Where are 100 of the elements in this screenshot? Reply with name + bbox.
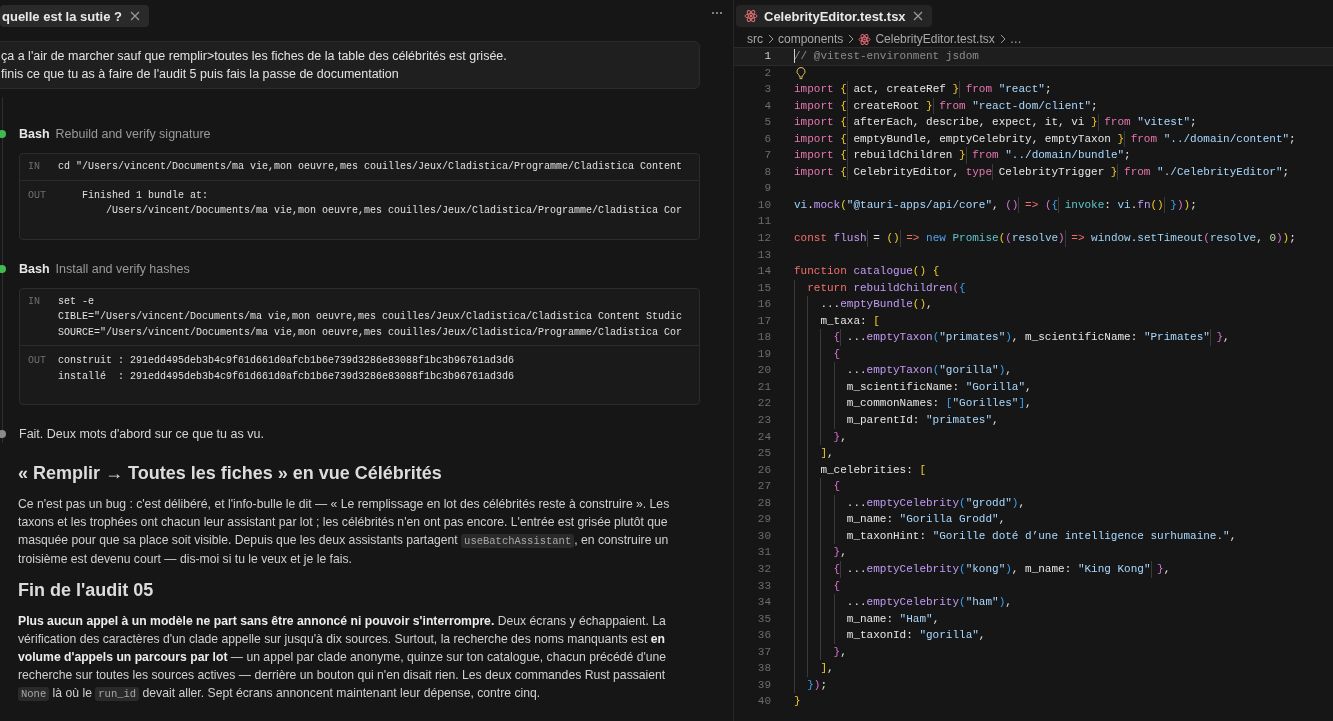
code-line: } [794, 694, 801, 710]
tool-description: Install and verify hashes [55, 260, 190, 278]
code-line: m_name: "Ham", [794, 610, 940, 628]
line-number: 8 [763, 164, 771, 180]
section-heading: « Remplir → Toutes les fiches » en vue Célébrités [18, 463, 443, 484]
line-number: 29 [756, 512, 771, 528]
react-icon [858, 32, 872, 46]
line-number: 34 [756, 595, 771, 611]
code-line: m_parentId: "primates", [794, 412, 999, 429]
breadcrumb-item[interactable]: components [778, 32, 844, 46]
line-number: 24 [756, 429, 771, 445]
code-line: m_taxonId: "gorilla", [794, 627, 986, 644]
io-label: IN [28, 160, 41, 174]
tool-name: Bash [19, 126, 50, 143]
line-number: 16 [756, 297, 771, 313]
code-line: import { CelebrityEditor, type CelebrityTrigger } from "./CelebrityEditor"; [794, 163, 1290, 181]
lightbulb-icon [795, 65, 807, 80]
line-number: 36 [756, 628, 771, 644]
code-line: { ...emptyTaxon("primates"), m_scientificName: "Primates" }, [794, 329, 1230, 346]
line-number: 20 [756, 363, 771, 379]
line-number: 4 [763, 98, 771, 114]
line-number: 21 [756, 379, 771, 395]
paragraph: Ce n'est pas un bug : c'est délibéré, et l'info-bulle le dit — « Le remplissage en lot des célébrités reste à construire ». Les taxons et les trophées ont chacun leur assistant par lot ; les célébrités n'en ont pas encore. L'entrée est grisée plutôt que masquée pour que sa place soit visible. Depuis que les deux assistants partagent useBatchAssistant , en construire un troisième est devenu court — dis-moi si tu le veux et je le fais. [18, 496, 671, 568]
code-line: CIBLE="/Users/vincent/Documents/ma vie,mon oeuvre,mes couilles/Jeux/Cladistica/Cladistica Content Studic [58, 310, 683, 324]
code-line: }); [794, 676, 827, 694]
code-line: const flush = () => new Promise((resolve) => window.setTimeout(resolve, 0)); [794, 230, 1296, 247]
section-heading: Fin de l'audit 05 [18, 580, 155, 601]
code-line: import { createRoot } from "react-dom/client"; [794, 97, 1098, 115]
code-line: Finished 1 bundle at: [81, 188, 209, 203]
line-number: 10 [756, 197, 771, 213]
code-line: ...emptyBundle(), [794, 296, 933, 313]
code-line: import { emptyBundle, emptyCelebrity, emptyTaxon } from "../domain/content"; [794, 130, 1296, 148]
code-line: { ...emptyCelebrity("kong"), m_name: "King Kong" }, [794, 560, 1171, 578]
line-number: 3 [763, 82, 771, 98]
line-number: 40 [756, 694, 771, 710]
breadcrumb-item[interactable]: … [1009, 32, 1022, 46]
code-line: return rebuildChildren({ [794, 279, 966, 297]
code-line: ...emptyCelebrity("grodd"), [794, 494, 1026, 512]
code-line: // @vitest-environment jsdom [794, 48, 979, 65]
file-tab[interactable]: CelebrityEditor.test.tsx [736, 5, 932, 27]
message-text: Fait. Deux mots d'abord sur ce que tu as vu. [19, 426, 265, 443]
code-line: import { act, createRef } from "react"; [794, 81, 1052, 98]
code-line: SOURCE="/Users/vincent/Documents/ma vie,mon oeuvre,mes couilles/Jeux/Cladistica/Programme/Cladistica Cor [58, 325, 683, 340]
code-line: ], [794, 445, 834, 462]
io-label: IN [28, 294, 41, 309]
code-line: m_name: "Gorilla Grodd", [794, 511, 1006, 528]
breadcrumb-item[interactable]: src [747, 32, 763, 46]
code-line: m_scientificName: "Gorilla", [794, 378, 1032, 396]
line-number: 18 [756, 330, 771, 346]
line-number: 27 [756, 479, 771, 495]
line-number: 30 [756, 528, 771, 544]
line-number: 6 [763, 131, 771, 147]
line-number: 23 [756, 413, 771, 429]
code-line: set -e [58, 294, 94, 309]
code-line: ], [794, 660, 834, 677]
code-line: function catalogue() { [794, 264, 940, 280]
code-line: /Users/vincent/Documents/ma vie,mon oeuvre,mes couilles/Jeux/Cladistica/Programme/Cladistica Cor [105, 204, 683, 218]
io-label: OUT [28, 188, 47, 203]
code-line: m_taxa: [ [794, 312, 880, 330]
io-label: OUT [28, 354, 47, 368]
line-number: 26 [756, 462, 771, 478]
code-line: m_celebrities: [ [794, 461, 927, 479]
code-line: import { afterEach, describe, expect, it, vi } from "vitest"; [794, 114, 1197, 131]
code-line: m_taxonHint: "Gorille doté d’une intelligence surhumaine.", [794, 527, 1237, 545]
code-line: }, [794, 428, 847, 446]
line-number: 22 [756, 396, 771, 412]
line-number: 37 [756, 644, 771, 660]
line-number: 11 [756, 214, 771, 230]
line-number: 32 [756, 561, 771, 577]
tool-description: Rebuild and verify signature [55, 126, 211, 143]
breadcrumb-item[interactable]: CelebrityEditor.test.tsx [875, 32, 995, 46]
line-number: 28 [756, 495, 771, 511]
line-number: 38 [756, 661, 771, 677]
code-line: vi.mock("@tauri-apps/api/core", () => ({ invoke: vi.fn() })); [794, 196, 1197, 214]
chevron-icon [767, 34, 774, 44]
react-icon [744, 9, 758, 23]
code-line: installé : 291edd495deb3b4c9f61d661d0afcb1b6e739d3286e83088f1bc3b96761ad3d6 [58, 369, 515, 384]
code-line: import { rebuildChildren } from "../domain/bundle"; [794, 147, 1131, 164]
code-line: { [794, 345, 841, 363]
line-number: 12 [756, 231, 771, 246]
line-number: 2 [763, 65, 771, 81]
line-number: 33 [756, 578, 771, 594]
chat-tab[interactable]: quelle est la sutie ? [0, 5, 149, 27]
code-line: cd "/Users/vincent/Documents/ma vie,mon oeuvre,mes couilles/Jeux/Cladistica/Programme/Cladistica Content [58, 160, 683, 174]
chevron-icon [998, 34, 1006, 44]
close-icon[interactable] [128, 10, 141, 22]
code-line: construit : 291edd495deb3b4c9f61d661d0afcb1b6e739d3286e83088f1bc3b96761ad3d6 [58, 354, 515, 368]
code-line: ...emptyCelebrity("ham"), [794, 594, 1012, 611]
line-number: 7 [763, 148, 771, 164]
line-number: 1 [763, 49, 771, 64]
line-number: 19 [756, 346, 771, 362]
line-number: 39 [756, 677, 771, 693]
line-number: 31 [756, 545, 771, 561]
more-icon[interactable] [711, 10, 723, 16]
line-number: 17 [756, 313, 771, 329]
close-icon[interactable] [911, 10, 924, 22]
tool-name: Bash [19, 260, 50, 278]
line-number: 25 [756, 446, 771, 462]
code-line: { [794, 478, 841, 495]
line-number: 35 [756, 611, 771, 627]
